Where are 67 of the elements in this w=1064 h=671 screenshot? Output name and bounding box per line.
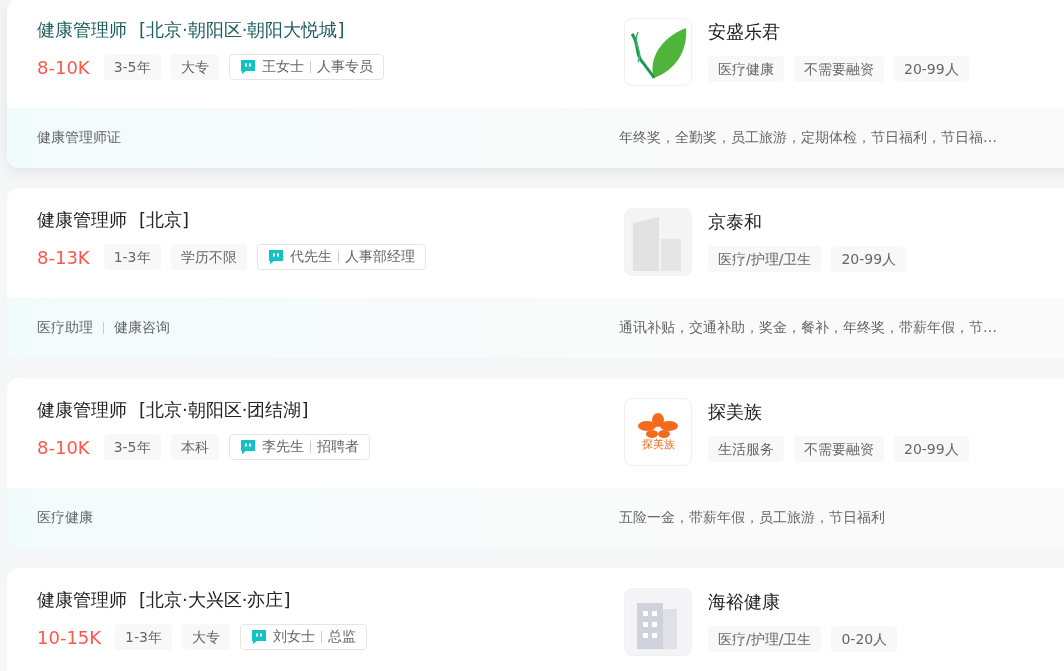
- company-tag: 不需要融资: [794, 436, 884, 462]
- company-tag: 20-99人: [831, 246, 907, 272]
- job-card[interactable]: 健康管理师 [北京·朝阳区·团结湖] 8-10K 3-5年 本科 李先生 招聘者 探美族 探美族 生活服务 不需要融资 20-99人 医疗健康 五险一金，带薪年假，员工旅游，节日福利: [7, 378, 1064, 548]
- skill-tag: 医疗助理: [37, 319, 93, 337]
- requirement-tag: 1-3年: [115, 624, 172, 650]
- company-tag: 不需要融资: [794, 56, 884, 82]
- recruiter-name: 刘女士: [273, 628, 315, 646]
- skill-tag: 医疗健康: [37, 509, 93, 527]
- company-name[interactable]: 京泰和: [708, 208, 907, 234]
- company-tag: 20-99人: [894, 56, 969, 82]
- recruiter-name: 王女士: [261, 58, 304, 76]
- company-logo[interactable]: [624, 18, 692, 86]
- job-title[interactable]: 健康管理师: [37, 588, 127, 612]
- company-name[interactable]: 海裕健康: [708, 588, 898, 614]
- requirement-tag: 3-5年: [103, 434, 161, 460]
- requirement-tag: 3-5年: [103, 54, 161, 80]
- company-name[interactable]: 安盛乐君: [708, 18, 969, 44]
- recruiter-role: 招聘者: [316, 438, 359, 456]
- job-location: [北京·朝阳区·朝阳大悦城]: [139, 18, 345, 42]
- job-title[interactable]: 健康管理师: [37, 18, 127, 42]
- recruiter-badge[interactable]: 李先生 招聘者: [228, 434, 370, 460]
- requirement-tag: 学历不限: [170, 244, 247, 270]
- job-title[interactable]: 健康管理师: [37, 398, 127, 422]
- job-location: [北京·大兴区·亦庄]: [139, 588, 291, 612]
- requirement-tag: 1-3年: [103, 244, 161, 270]
- company-tag: 医疗/护理/卫生: [708, 246, 822, 272]
- chat-icon: [267, 249, 284, 265]
- recruiter-role: 总监: [328, 628, 356, 646]
- recruiter-badge[interactable]: 王女士 人事专员: [228, 54, 384, 80]
- salary: 10-15K: [37, 626, 102, 648]
- salary: 8-13K: [37, 246, 90, 268]
- company-tag: 医疗/护理/卫生: [708, 626, 822, 652]
- requirement-tag: 大专: [170, 54, 219, 80]
- job-card[interactable]: 健康管理师 [北京] 8-13K 1-3年 学历不限 代先生 人事部经理 京泰和 医疗/护理/卫生 20-99人 医疗助理 健康咨询 通讯补贴，交通补助，奖金，餐补，年终奖，带薪年假，节…: [7, 188, 1064, 358]
- job-card[interactable]: 健康管理师 [北京·朝阳区·朝阳大悦城] 8-10K 3-5年 大专 王女士 人事专员 安盛乐君 医疗健康 不需要融资 20-99人 健康管理师证 年终奖，全勤奖，员工旅游，定期体检，节日福利，节日福…: [7, 0, 1064, 168]
- recruiter-role: 人事部经理: [344, 248, 415, 266]
- skill-tag: 健康管理师证: [37, 129, 121, 147]
- requirement-tag: 大专: [182, 624, 230, 650]
- recruiter-name: 李先生: [261, 438, 304, 456]
- salary: 8-10K: [37, 436, 90, 458]
- recruiter-name: 代先生: [289, 248, 332, 266]
- recruiter-badge[interactable]: 刘女士 总监: [240, 624, 367, 650]
- benefits-text: 五险一金，带薪年假，员工旅游，节日福利: [619, 509, 885, 527]
- company-tag: 20-99人: [894, 436, 969, 462]
- chat-icon: [251, 629, 267, 645]
- company-logo[interactable]: [624, 588, 692, 656]
- building-icon: [625, 209, 691, 275]
- company-name[interactable]: 探美族: [708, 398, 969, 424]
- salary: 8-10K: [37, 56, 90, 78]
- skill-tag: 健康咨询: [114, 319, 170, 337]
- job-location: [北京·朝阳区·团结湖]: [139, 398, 309, 422]
- chat-icon: [239, 439, 256, 455]
- building-icon: [625, 589, 691, 655]
- company-tag: 医疗健康: [708, 56, 784, 82]
- recruiter-badge[interactable]: 代先生 人事部经理: [256, 244, 426, 270]
- job-location: [北京]: [139, 208, 190, 232]
- job-title[interactable]: 健康管理师: [37, 208, 127, 232]
- flower-icon: [638, 412, 678, 439]
- company-tag: 生活服务: [708, 436, 784, 462]
- company-tag: 0-20人: [831, 626, 898, 652]
- benefits-text: 年终奖，全勤奖，员工旅游，定期体检，节日福利，节日福…: [619, 129, 997, 147]
- requirement-tag: 本科: [170, 434, 219, 460]
- chat-icon: [239, 59, 256, 75]
- logo-text: 探美族: [641, 438, 675, 452]
- job-card[interactable]: 健康管理师 [北京·大兴区·亦庄] 10-15K 1-3年 大专 刘女士 总监 海裕健康 医疗/护理/卫生 0-20人: [7, 568, 1064, 671]
- benefits-text: 通讯补贴，交通补助，奖金，餐补，年终奖，带薪年假，节…: [619, 319, 997, 337]
- recruiter-role: 人事专员: [316, 58, 373, 76]
